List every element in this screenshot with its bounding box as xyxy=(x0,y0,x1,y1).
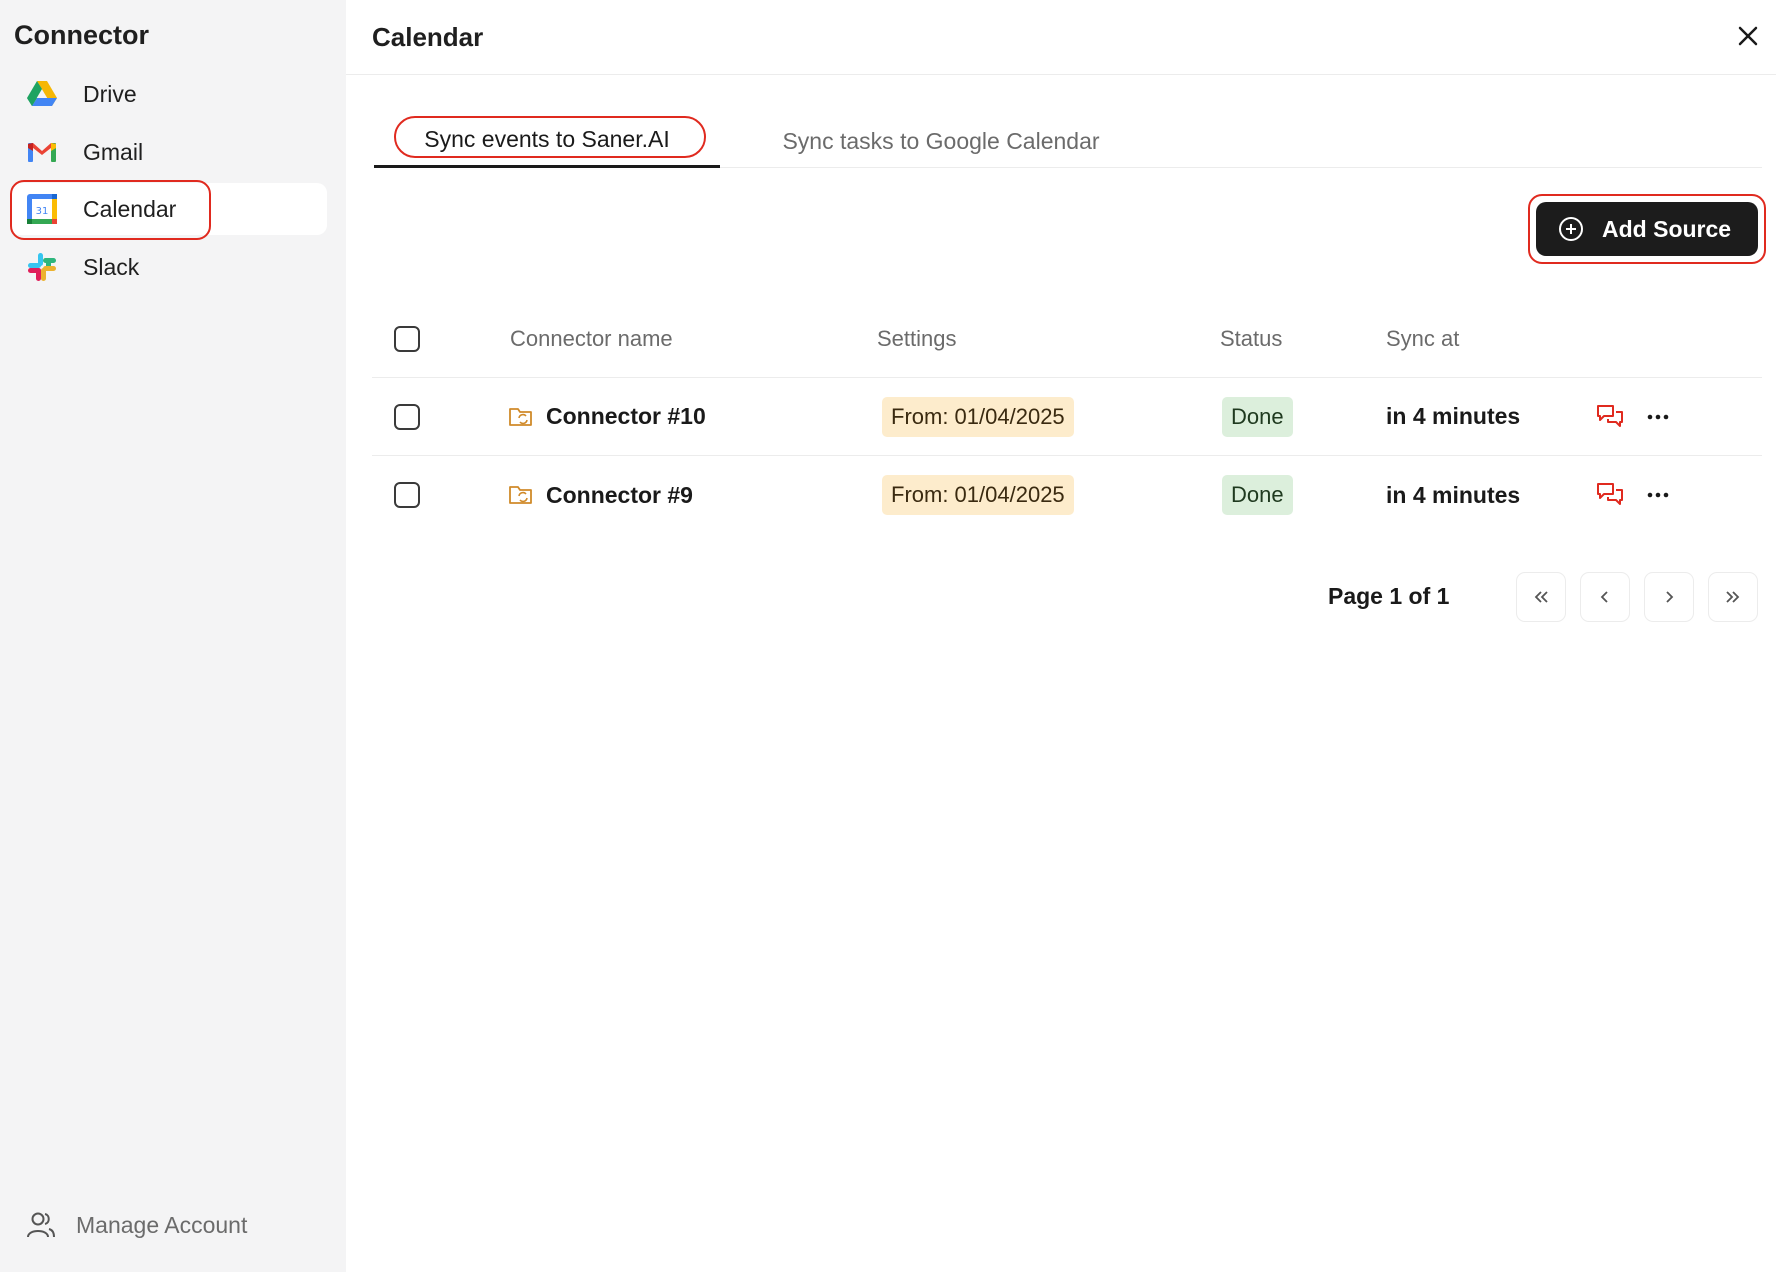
sidebar-item-slack[interactable]: Slack xyxy=(10,241,327,293)
last-page-button[interactable] xyxy=(1708,572,1758,622)
manage-account-label: Manage Account xyxy=(76,1211,248,1238)
slack-icon xyxy=(28,253,56,281)
connector-name: Connector #9 xyxy=(546,481,693,508)
column-header: Connector name xyxy=(510,325,673,351)
sidebar: Connector Drive Gmail 31 Calendar Slack … xyxy=(0,0,346,1272)
chevron-left-icon xyxy=(1600,591,1608,603)
sidebar-item-calendar[interactable]: 31 Calendar xyxy=(10,183,327,235)
status-badge: Done xyxy=(1222,475,1293,515)
sync-at: in 4 minutes xyxy=(1386,403,1521,429)
users-icon xyxy=(27,1212,55,1238)
column-header: Status xyxy=(1220,325,1283,351)
chat-icon[interactable] xyxy=(1594,401,1626,433)
close-icon[interactable] xyxy=(1734,22,1762,50)
sidebar-item-gmail[interactable]: Gmail xyxy=(10,126,327,178)
sync-at: in 4 minutes xyxy=(1386,481,1521,508)
column-header: Settings xyxy=(877,325,957,351)
chevrons-left-icon xyxy=(1534,591,1548,603)
add-source-label: Add Source xyxy=(1602,215,1732,242)
settings-badge: From: 01/04/2025 xyxy=(882,475,1074,515)
folder-sync-icon xyxy=(509,407,532,426)
tab-sync-tasks[interactable]: Sync tasks to Google Calendar xyxy=(720,114,1162,168)
status-badge: Done xyxy=(1222,396,1293,437)
row-checkbox[interactable] xyxy=(394,403,420,430)
sidebar-item-label: Slack xyxy=(83,253,140,280)
chat-icon[interactable] xyxy=(1594,479,1626,511)
sidebar-item-label: Drive xyxy=(83,80,137,107)
next-page-button[interactable] xyxy=(1644,572,1694,622)
table-header: Connector name Settings Status Sync at xyxy=(372,300,1762,378)
previous-page-button[interactable] xyxy=(1580,572,1630,622)
column-header: Sync at xyxy=(1386,325,1460,351)
first-page-button[interactable] xyxy=(1516,572,1566,622)
chevrons-right-icon xyxy=(1726,591,1740,603)
table-row[interactable]: Connector #10 From: 01/04/2025 Done in 4… xyxy=(372,378,1762,456)
plus-circle-icon xyxy=(1559,217,1583,241)
google-calendar-icon: 31 xyxy=(27,194,57,224)
chevron-right-icon xyxy=(1666,591,1674,603)
tab-sync-events[interactable]: Sync events to Saner.AI xyxy=(374,114,720,168)
sidebar-item-label: Gmail xyxy=(83,138,144,165)
connector-name: Connector #10 xyxy=(546,403,706,429)
sidebar-title: Connector xyxy=(14,20,149,50)
sidebar-item-label: Calendar xyxy=(83,195,177,222)
tab-bar: Sync events to Saner.AI Sync tasks to Go… xyxy=(374,114,1762,168)
folder-sync-icon xyxy=(509,486,532,504)
sidebar-item-drive[interactable]: Drive xyxy=(10,68,327,120)
svg-text:31: 31 xyxy=(36,206,49,217)
header: Calendar xyxy=(346,0,1776,75)
row-checkbox[interactable] xyxy=(394,482,420,508)
add-source-button[interactable]: Add Source xyxy=(1536,202,1758,256)
google-drive-icon xyxy=(27,81,57,106)
pagination-label: Page 1 of 1 xyxy=(1328,583,1450,609)
page-title: Calendar xyxy=(372,22,484,52)
gmail-icon xyxy=(28,143,56,162)
manage-account-button[interactable]: Manage Account xyxy=(26,1210,247,1240)
settings-badge: From: 01/04/2025 xyxy=(882,396,1074,437)
connectors-table: Connector name Settings Status Sync at C… xyxy=(372,300,1762,534)
main-panel: Calendar Sync events to Saner.AI Sync ta… xyxy=(346,0,1776,1272)
more-options-icon[interactable] xyxy=(1642,401,1674,433)
table-row[interactable]: Connector #9 From: 01/04/2025 Done in 4 … xyxy=(372,456,1762,534)
more-options-icon[interactable] xyxy=(1642,479,1674,511)
select-all-checkbox[interactable] xyxy=(394,325,420,352)
